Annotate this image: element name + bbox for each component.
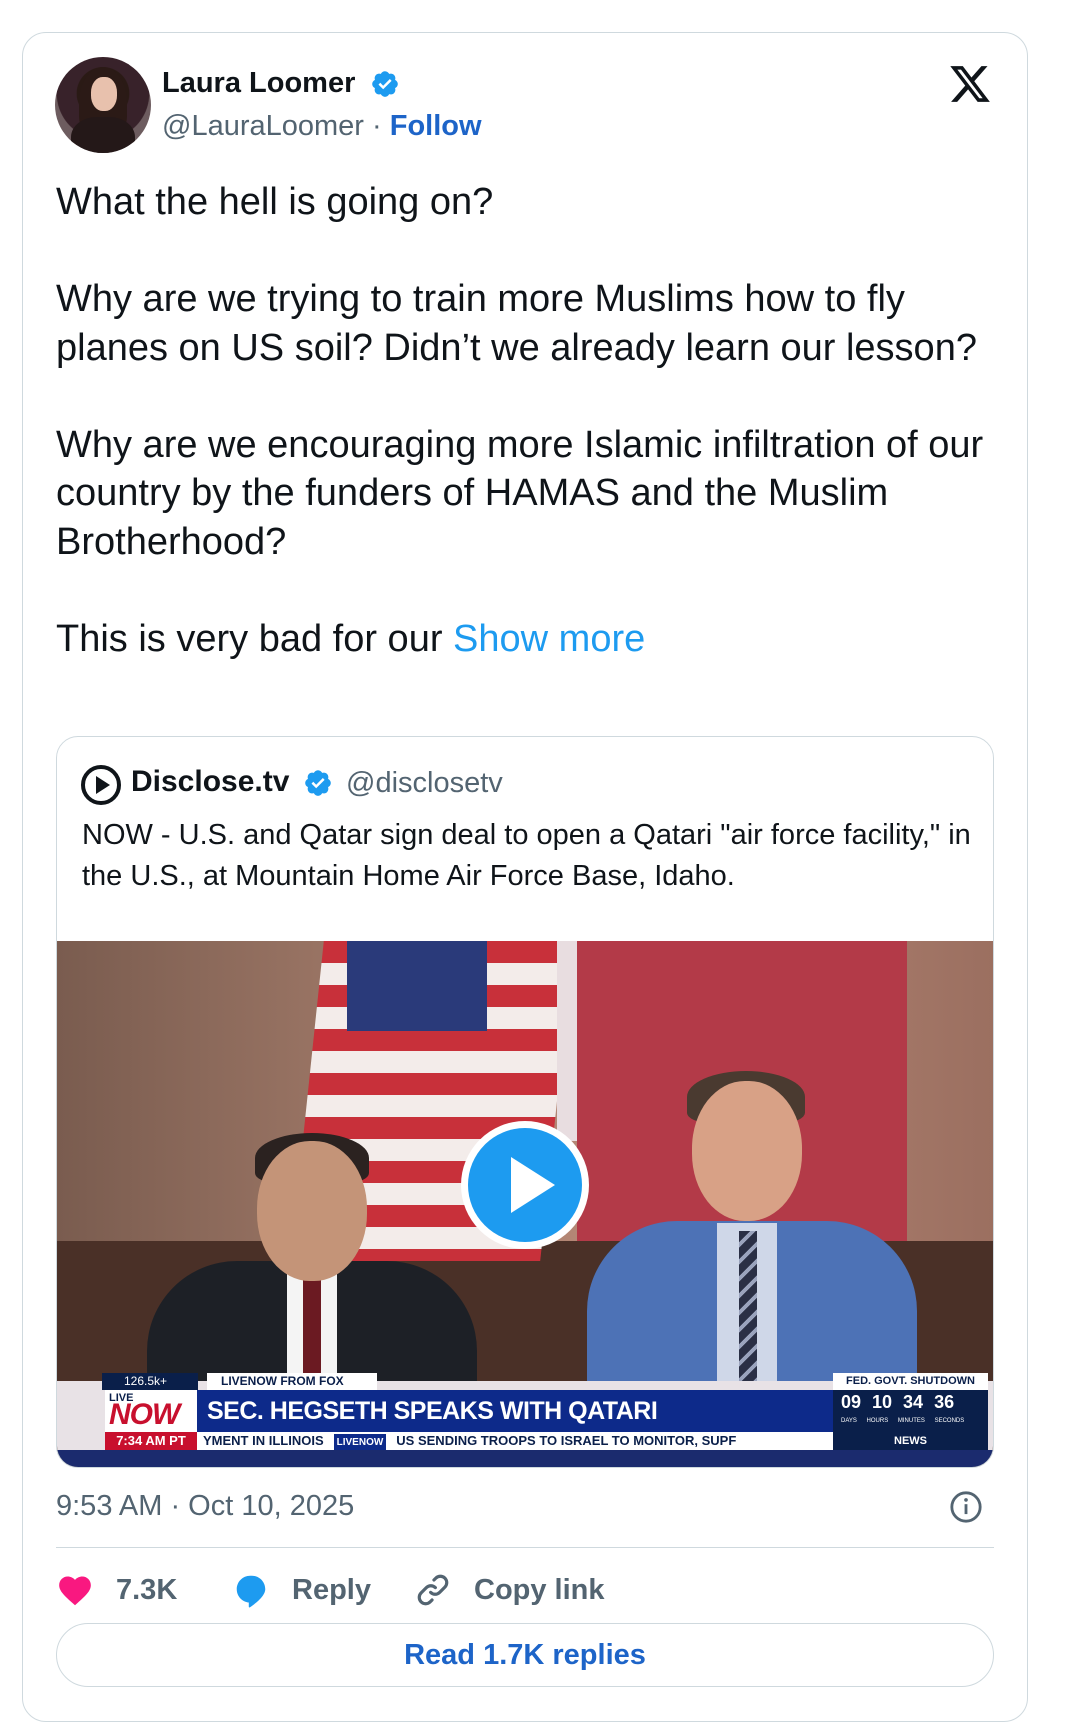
tweet-paragraph-last: This is very bad for our Show more	[56, 615, 996, 664]
video-player[interactable]: 126.5k+ LIVENOW FROM FOX FED. GOVT. SHUT…	[57, 941, 993, 1467]
link-icon	[417, 1574, 449, 1606]
disclose-logo-icon	[81, 765, 121, 805]
separator-dot: ·	[372, 110, 382, 142]
author-name[interactable]: Laura Loomer	[162, 67, 355, 100]
action-bar: 7.3K Reply Copy link	[56, 1560, 994, 1620]
view-count: 126.5k+	[102, 1373, 198, 1390]
copy-link-button[interactable]: Copy link	[414, 1560, 605, 1620]
author-handle[interactable]: @LauraLoomer	[162, 110, 364, 142]
divider	[56, 1547, 994, 1548]
clock-numbers: 09 10 34 36	[841, 1392, 955, 1412]
shutdown-clock: 09 10 34 36 DAYS HOURS MINUTES SECONDS	[833, 1390, 988, 1432]
author-avatar[interactable]	[55, 57, 151, 153]
quoted-tweet[interactable]: Disclose.tv @disclosetv NOW - U.S. and Q…	[56, 736, 994, 1468]
reply-button[interactable]: Reply	[232, 1560, 371, 1620]
play-icon[interactable]	[457, 1117, 593, 1253]
ticker-left: YMENT IN ILLINOIS	[203, 1433, 324, 1448]
show-more-link[interactable]: Show more	[453, 618, 645, 660]
chyron-ticker: YMENT IN ILLINOIS LIVENOW US SENDING TROOP…	[197, 1432, 833, 1450]
tweet-paragraph: Why are we encouraging more Islamic infi…	[56, 423, 984, 563]
read-replies-button[interactable]: Read 1.7K replies	[56, 1623, 994, 1687]
copy-link-label: Copy link	[474, 1573, 605, 1606]
author-handle-row: @LauraLoomer · Follow	[162, 110, 482, 143]
reply-bubble-icon	[236, 1575, 266, 1608]
chyron-headline: SEC. HEGSETH SPEAKS WITH QATARI COUNTERP…	[197, 1390, 833, 1467]
tweet-paragraph: Why are we trying to train more Muslims …	[56, 278, 977, 369]
info-icon[interactable]	[949, 1490, 983, 1524]
tweet-timestamp[interactable]: 9:53 AM · Oct 10, 2025	[56, 1490, 354, 1523]
quoted-tweet-text: NOW - U.S. and Qatar sign deal to open a…	[82, 819, 971, 892]
like-count: 7.3K	[116, 1573, 178, 1606]
verified-badge-icon	[372, 71, 398, 97]
tweet-paragraph: What the hell is going on?	[56, 181, 494, 223]
person-right	[587, 1071, 917, 1421]
reply-label: Reply	[292, 1573, 371, 1606]
tweet-last-line: This is very bad for our	[56, 617, 443, 660]
quoted-author-handle[interactable]: @disclosetv	[346, 767, 503, 800]
news-label: NEWS	[833, 1432, 988, 1450]
tweet-text: What the hell is going on? Why are we tr…	[56, 178, 996, 663]
chyron-time: 7:34 AM PT	[105, 1432, 197, 1450]
clock-labels: DAYS HOURS MINUTES SECONDS	[841, 1418, 965, 1424]
follow-link[interactable]: Follow	[390, 110, 482, 142]
like-button[interactable]: 7.3K	[56, 1560, 177, 1620]
shutdown-label: FED. GOVT. SHUTDOWN	[833, 1373, 988, 1390]
ticker-right: US SENDING TROOPS TO ISRAEL TO MONITOR, …	[396, 1433, 737, 1448]
livenow-label: LIVENOW FROM FOX	[207, 1373, 377, 1390]
news-chyron: 126.5k+ LIVENOW FROM FOX FED. GOVT. SHUT…	[57, 1373, 993, 1467]
heart-icon	[59, 1576, 91, 1606]
verified-badge-icon	[305, 770, 331, 796]
x-logo-icon[interactable]	[948, 62, 992, 106]
ticker-badge: LIVENOW	[333, 1434, 387, 1450]
now-label: NOW	[109, 1398, 180, 1431]
quoted-author-name[interactable]: Disclose.tv	[131, 765, 289, 799]
